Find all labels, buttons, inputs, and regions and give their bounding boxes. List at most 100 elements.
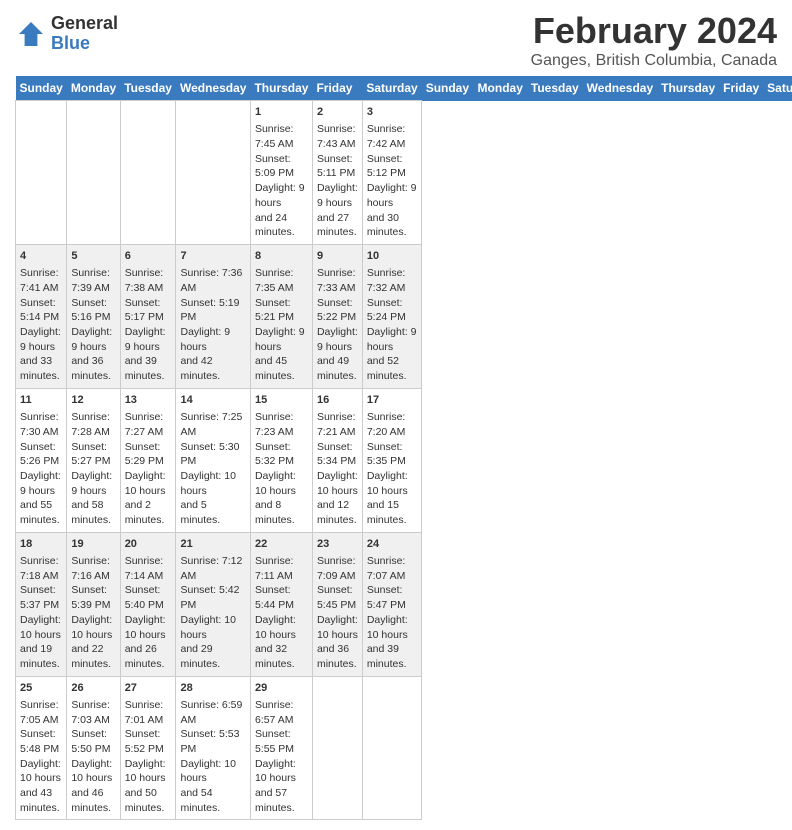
day-info: Sunset: 5:55 PM xyxy=(255,727,308,756)
day-info: Daylight: 10 hours xyxy=(180,613,245,642)
day-info: Sunset: 5:32 PM xyxy=(255,440,308,469)
day-number: 25 xyxy=(20,681,62,696)
day-info: Sunrise: 7:35 AM xyxy=(255,266,308,295)
day-number: 14 xyxy=(180,393,245,408)
day-header-tuesday: Tuesday xyxy=(120,76,176,101)
day-info: Sunrise: 7:03 AM xyxy=(71,698,115,727)
day-info: and 24 minutes. xyxy=(255,211,308,240)
day-info: Sunrise: 7:28 AM xyxy=(71,410,115,439)
sub-title: Ganges, British Columbia, Canada xyxy=(531,52,777,70)
day-info: and 2 minutes. xyxy=(125,498,172,527)
calendar-cell: 27Sunrise: 7:01 AMSunset: 5:52 PMDayligh… xyxy=(120,676,176,820)
day-info: and 22 minutes. xyxy=(71,642,115,671)
calendar-cell: 14Sunrise: 7:25 AMSunset: 5:30 PMDayligh… xyxy=(176,388,250,532)
day-info: Daylight: 10 hours xyxy=(180,469,245,498)
day-info: Sunrise: 7:38 AM xyxy=(125,266,172,295)
calendar-cell: 22Sunrise: 7:11 AMSunset: 5:44 PMDayligh… xyxy=(250,532,312,676)
day-info: Daylight: 10 hours xyxy=(317,469,358,498)
day-info: and 26 minutes. xyxy=(125,642,172,671)
day-info: and 19 minutes. xyxy=(20,642,62,671)
day-info: Sunset: 5:53 PM xyxy=(180,727,245,756)
day-number: 12 xyxy=(71,393,115,408)
day-info: Daylight: 10 hours xyxy=(317,613,358,642)
day-info: Sunrise: 7:18 AM xyxy=(20,554,62,583)
day-info: Sunrise: 6:59 AM xyxy=(180,698,245,727)
calendar-cell xyxy=(312,676,362,820)
day-info: Sunset: 5:48 PM xyxy=(20,727,62,756)
day-number: 23 xyxy=(317,537,358,552)
calendar-cell: 9Sunrise: 7:33 AMSunset: 5:22 PMDaylight… xyxy=(312,244,362,388)
day-info: and 45 minutes. xyxy=(255,354,308,383)
day-info: and 8 minutes. xyxy=(255,498,308,527)
day-info: and 32 minutes. xyxy=(255,642,308,671)
day-info: Daylight: 10 hours xyxy=(367,613,417,642)
calendar-cell: 3Sunrise: 7:42 AMSunset: 5:12 PMDaylight… xyxy=(362,101,421,245)
week-row-3: 11Sunrise: 7:30 AMSunset: 5:26 PMDayligh… xyxy=(16,388,792,532)
calendar-cell xyxy=(176,101,250,245)
day-info: Sunset: 5:19 PM xyxy=(180,296,245,325)
day-info: Sunset: 5:44 PM xyxy=(255,583,308,612)
day-info: Sunset: 5:35 PM xyxy=(367,440,417,469)
day-info: and 29 minutes. xyxy=(180,642,245,671)
day-info: Sunrise: 6:57 AM xyxy=(255,698,308,727)
day-info: Daylight: 9 hours xyxy=(367,181,417,210)
day-info: Sunset: 5:30 PM xyxy=(180,440,245,469)
day-header-sunday: Sunday xyxy=(422,76,474,101)
day-number: 13 xyxy=(125,393,172,408)
calendar-cell: 12Sunrise: 7:28 AMSunset: 5:27 PMDayligh… xyxy=(67,388,120,532)
day-number: 20 xyxy=(125,537,172,552)
day-info: Sunset: 5:29 PM xyxy=(125,440,172,469)
day-number: 6 xyxy=(125,249,172,264)
week-row-1: 1Sunrise: 7:45 AMSunset: 5:09 PMDaylight… xyxy=(16,101,792,245)
day-info: Daylight: 10 hours xyxy=(255,469,308,498)
day-header-saturday: Saturday xyxy=(362,76,421,101)
day-info: and 36 minutes. xyxy=(317,642,358,671)
day-info: Sunset: 5:40 PM xyxy=(125,583,172,612)
calendar-cell: 7Sunrise: 7:36 AMSunset: 5:19 PMDaylight… xyxy=(176,244,250,388)
day-number: 26 xyxy=(71,681,115,696)
logo-icon xyxy=(15,18,47,50)
calendar-cell: 6Sunrise: 7:38 AMSunset: 5:17 PMDaylight… xyxy=(120,244,176,388)
day-header-friday: Friday xyxy=(719,76,763,101)
day-info: Sunrise: 7:01 AM xyxy=(125,698,172,727)
day-info: Daylight: 10 hours xyxy=(367,469,417,498)
day-number: 21 xyxy=(180,537,245,552)
day-info: Daylight: 10 hours xyxy=(71,613,115,642)
day-info: and 39 minutes. xyxy=(125,354,172,383)
calendar-cell: 29Sunrise: 6:57 AMSunset: 5:55 PMDayligh… xyxy=(250,676,312,820)
day-info: Daylight: 10 hours xyxy=(125,613,172,642)
day-info: Sunset: 5:52 PM xyxy=(125,727,172,756)
day-info: Sunrise: 7:11 AM xyxy=(255,554,308,583)
day-info: and 36 minutes. xyxy=(71,354,115,383)
calendar-cell: 19Sunrise: 7:16 AMSunset: 5:39 PMDayligh… xyxy=(67,532,120,676)
day-info: and 39 minutes. xyxy=(367,642,417,671)
day-info: and 50 minutes. xyxy=(125,786,172,815)
day-info: and 27 minutes. xyxy=(317,211,358,240)
day-info: Daylight: 10 hours xyxy=(20,613,62,642)
day-number: 4 xyxy=(20,249,62,264)
week-row-2: 4Sunrise: 7:41 AMSunset: 5:14 PMDaylight… xyxy=(16,244,792,388)
day-info: Sunrise: 7:41 AM xyxy=(20,266,62,295)
calendar-cell xyxy=(362,676,421,820)
day-info: Sunset: 5:27 PM xyxy=(71,440,115,469)
day-info: Daylight: 10 hours xyxy=(125,469,172,498)
day-info: and 43 minutes. xyxy=(20,786,62,815)
day-info: Sunset: 5:21 PM xyxy=(255,296,308,325)
logo-text: General Blue xyxy=(51,14,118,54)
day-number: 3 xyxy=(367,105,417,120)
day-info: Sunrise: 7:14 AM xyxy=(125,554,172,583)
day-info: and 46 minutes. xyxy=(71,786,115,815)
day-info: Sunset: 5:50 PM xyxy=(71,727,115,756)
day-info: Sunrise: 7:45 AM xyxy=(255,122,308,151)
calendar-cell xyxy=(67,101,120,245)
day-header-wednesday: Wednesday xyxy=(176,76,250,101)
day-info: and 15 minutes. xyxy=(367,498,417,527)
calendar-cell: 28Sunrise: 6:59 AMSunset: 5:53 PMDayligh… xyxy=(176,676,250,820)
day-info: Daylight: 9 hours xyxy=(125,325,172,354)
day-number: 24 xyxy=(367,537,417,552)
header-row: SundayMondayTuesdayWednesdayThursdayFrid… xyxy=(16,76,792,101)
day-info: Sunrise: 7:27 AM xyxy=(125,410,172,439)
day-number: 29 xyxy=(255,681,308,696)
day-info: Sunrise: 7:12 AM xyxy=(180,554,245,583)
day-info: Daylight: 9 hours xyxy=(255,181,308,210)
